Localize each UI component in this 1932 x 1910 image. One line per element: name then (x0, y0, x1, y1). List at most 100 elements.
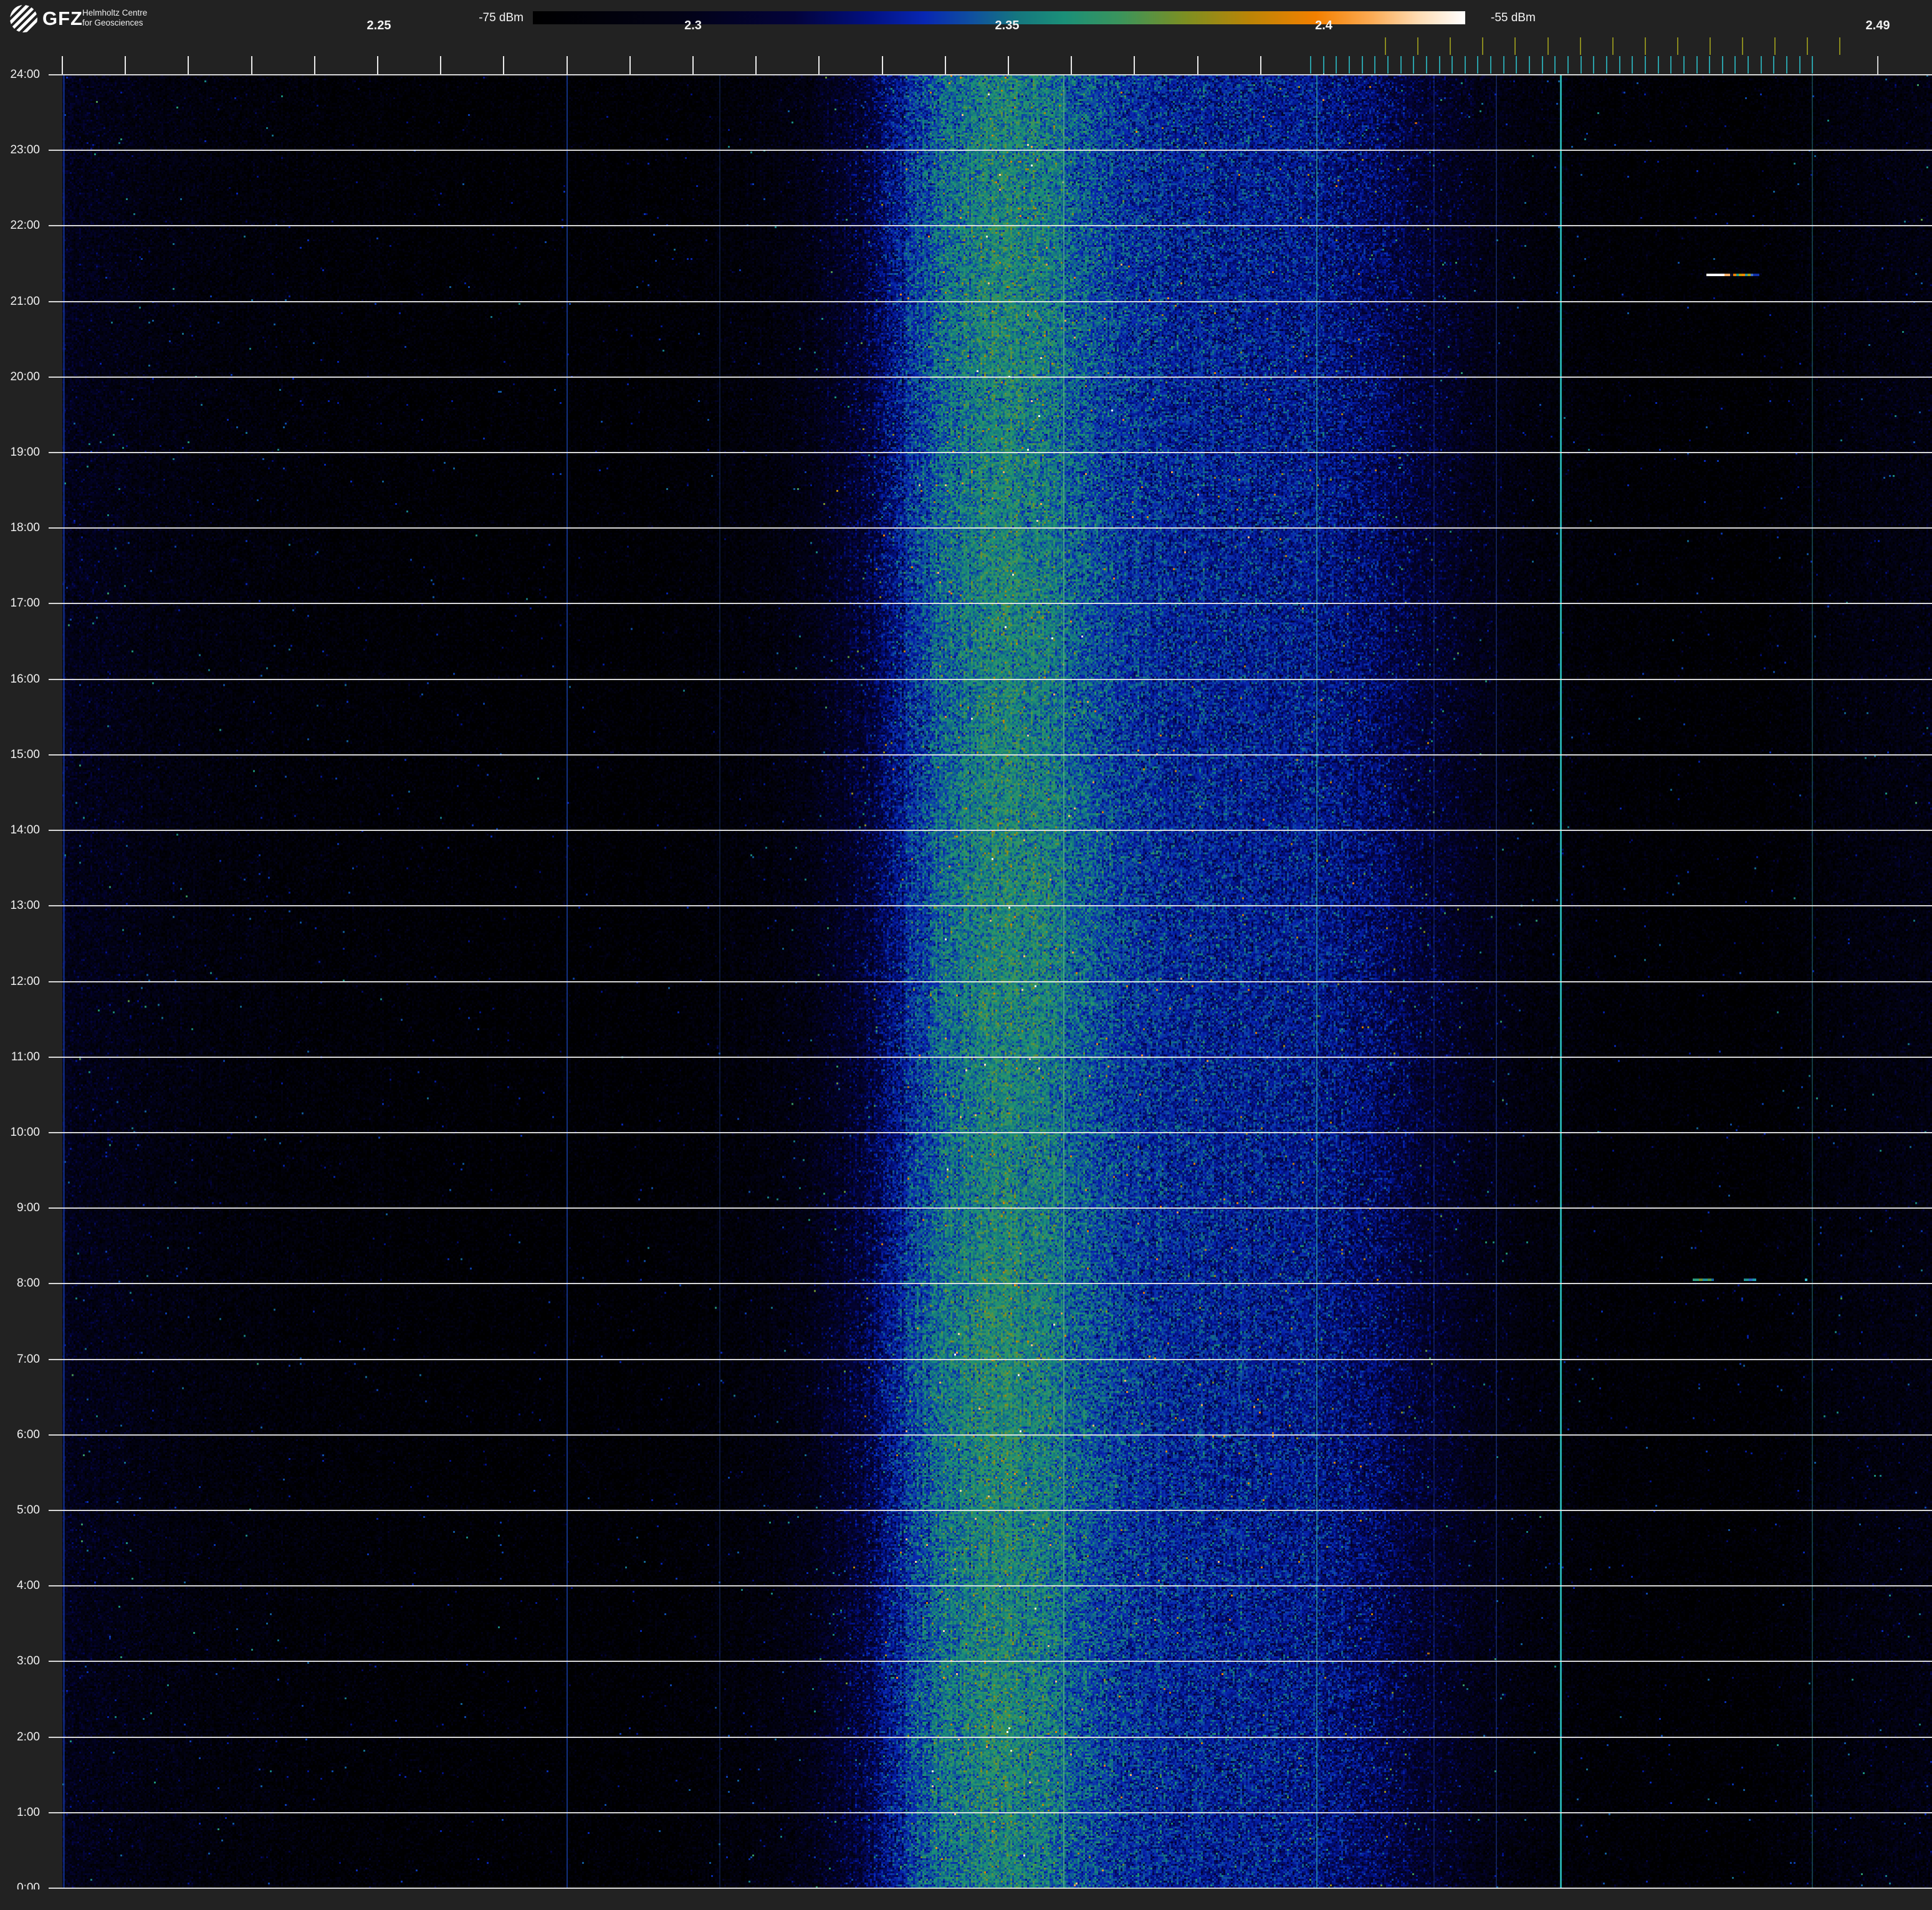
time-axis-label: 4:00 (17, 1579, 40, 1593)
freq-tick (1464, 56, 1466, 74)
freq-minor-tick-upper (1807, 37, 1809, 55)
hour-gridline (49, 300, 1932, 302)
time-axis-label: 14:00 (10, 823, 40, 837)
freq-tick (1541, 56, 1543, 74)
institute-line1: Helmholtz Centre (82, 8, 148, 17)
freq-minor-tick-upper (1742, 37, 1744, 55)
freq-tick (1451, 56, 1453, 74)
rf-burst-segment (1693, 1279, 1699, 1281)
freq-tick (755, 56, 757, 74)
time-axis-label: 5:00 (17, 1503, 40, 1517)
hour-gridline (49, 754, 1932, 756)
freq-tick (944, 56, 946, 74)
hour-gridline (49, 1434, 1932, 1436)
header-bar: GFZ Helmholtz Centre for Geosciences -75… (0, 0, 1932, 75)
time-axis-label: 10:00 (10, 1125, 40, 1139)
hour-gridline (49, 1207, 1932, 1209)
institute-line2: for Geosciences (82, 18, 143, 28)
freq-tick (1760, 56, 1762, 74)
freq-tick (125, 56, 127, 74)
freq-minor-tick-upper (1547, 37, 1549, 55)
freq-tick (1619, 56, 1620, 74)
gfz-globe-icon (10, 5, 37, 32)
time-axis-label: 6:00 (17, 1428, 40, 1441)
time-axis-label: 18:00 (10, 521, 40, 535)
rf-speck (1399, 457, 1401, 459)
hour-gridline (49, 1736, 1932, 1738)
time-axis-label: 12:00 (10, 974, 40, 988)
freq-axis-label: 2.4 (1315, 19, 1332, 32)
hour-gridline (49, 1283, 1932, 1285)
freq-tick (1644, 56, 1646, 74)
rf-burst-segment (1753, 1279, 1756, 1281)
freq-tick (566, 56, 568, 74)
hour-gridline (49, 1661, 1932, 1663)
freq-minor-tick-upper (1514, 37, 1516, 55)
gfz-brand: GFZ (42, 7, 83, 29)
rf-speck (1415, 122, 1417, 124)
freq-tick (1748, 56, 1749, 74)
rf-burst-segment (1706, 274, 1724, 276)
hour-gridline (49, 1812, 1932, 1813)
freq-minor-tick-upper (1385, 37, 1386, 55)
freq-axis-label: 2.25 (366, 19, 391, 32)
freq-tick (440, 56, 442, 74)
freq-tick (1529, 56, 1531, 74)
freq-minor-tick-upper (1579, 37, 1581, 55)
hour-gridline (49, 1131, 1932, 1133)
freq-tick (1387, 56, 1389, 74)
hour-gridline (49, 225, 1932, 227)
hour-gridline (49, 1888, 1932, 1889)
freq-tick (1683, 56, 1685, 74)
hour-gridline (49, 830, 1932, 832)
time-axis-label: 22:00 (10, 219, 40, 233)
freq-tick (1374, 56, 1376, 74)
hour-gridline (49, 1056, 1932, 1058)
time-axis-label: 7:00 (17, 1352, 40, 1366)
freq-tick (1580, 56, 1582, 74)
freq-tick (1786, 56, 1788, 74)
time-axis-label: 9:00 (17, 1201, 40, 1215)
freq-tick (1260, 56, 1261, 74)
time-axis-label: 8:00 (17, 1277, 40, 1290)
freq-axis-label: 2.3 (684, 19, 702, 32)
freq-tick (629, 56, 631, 74)
freq-tick (251, 56, 252, 74)
freq-tick (881, 56, 883, 74)
freq-tick (1310, 56, 1311, 74)
freq-minor-tick-upper (1644, 37, 1646, 55)
time-axis-label: 23:00 (10, 143, 40, 157)
freq-tick (1734, 56, 1736, 74)
hour-gridline (49, 981, 1932, 982)
freq-tick (1008, 56, 1009, 74)
colorbar-max-label: -55 dBm (1491, 11, 1536, 24)
freq-tick (1709, 56, 1711, 74)
time-axis-label: 15:00 (10, 747, 40, 761)
freq-tick (1438, 56, 1440, 74)
freq-minor-tick-upper (1450, 37, 1451, 55)
freq-tick (1425, 56, 1427, 74)
freq-tick (1400, 56, 1402, 74)
freq-tick (1071, 56, 1073, 74)
freq-tick (1348, 56, 1350, 74)
freq-tick (1812, 56, 1814, 74)
hour-gridline (49, 527, 1932, 529)
freq-tick (1773, 56, 1775, 74)
freq-tick (1477, 56, 1479, 74)
rf-burst-segment (1703, 1279, 1708, 1281)
freq-minor-tick-upper (1839, 37, 1841, 55)
hour-gridline (49, 1358, 1932, 1360)
freq-minor-tick-upper (1482, 37, 1484, 55)
time-axis-label: 20:00 (10, 370, 40, 383)
rf-burst-segment (1805, 1279, 1807, 1281)
time-axis-label: 3:00 (17, 1654, 40, 1668)
time-axis-label: 2:00 (17, 1730, 40, 1744)
freq-tick (1605, 56, 1607, 74)
rf-speck (1399, 467, 1401, 469)
freq-minor-tick-upper (1710, 37, 1711, 55)
hour-gridline (49, 376, 1932, 378)
freq-tick (1503, 56, 1504, 74)
freq-tick (1721, 56, 1723, 74)
time-axis-label: 24:00 (10, 68, 40, 81)
institute-name: Helmholtz Centre for Geosciences (82, 8, 147, 29)
